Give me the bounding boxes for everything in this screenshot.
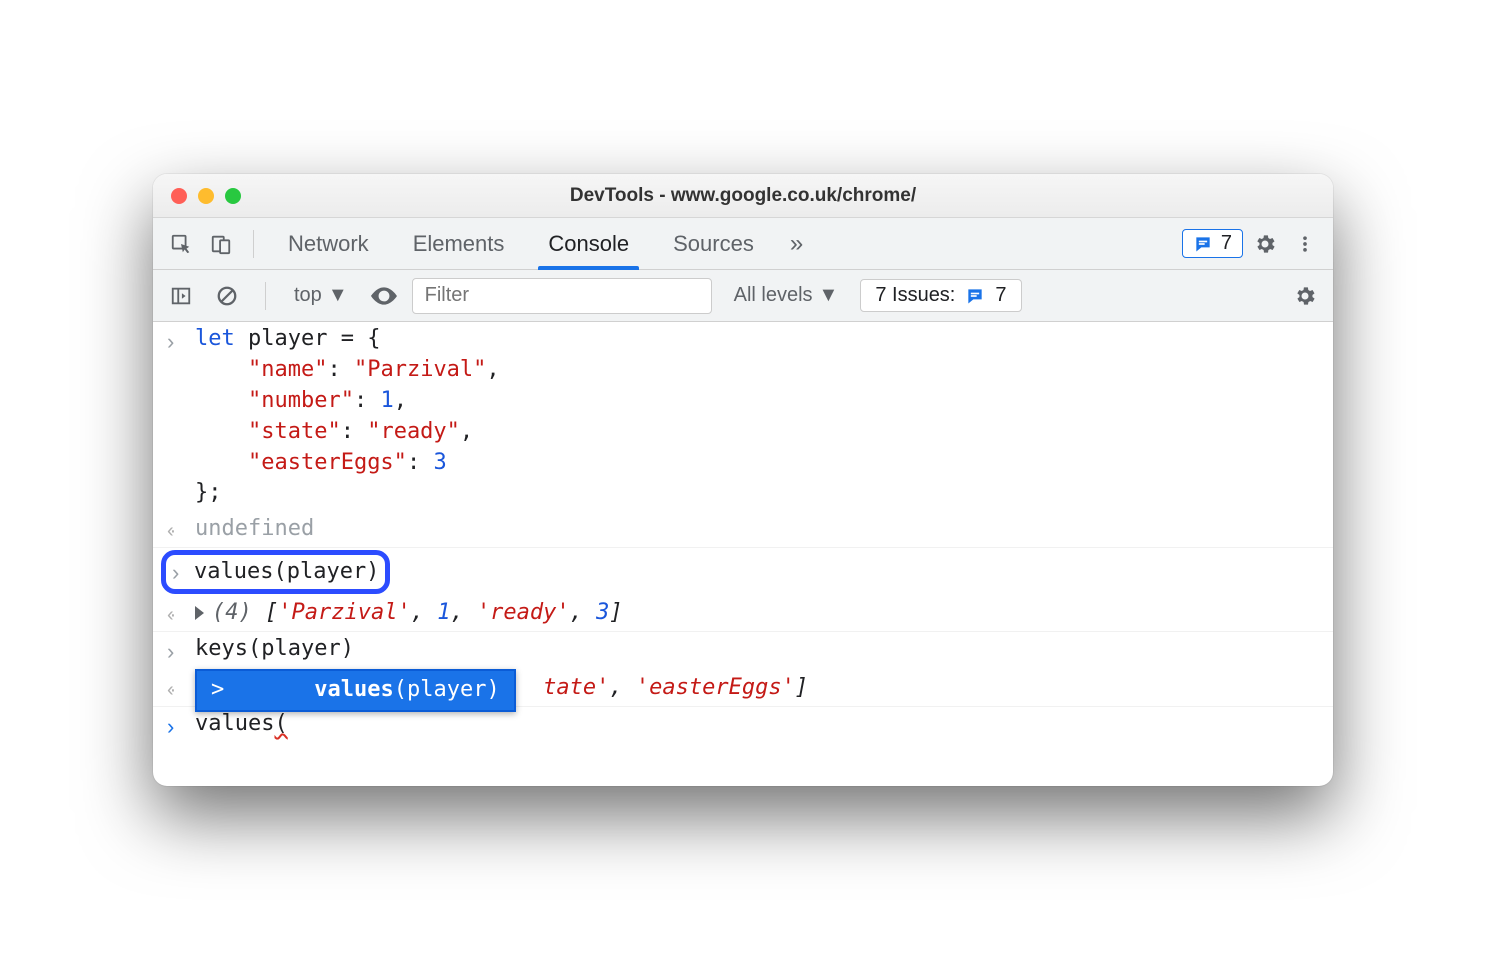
minimize-window-button[interactable] — [198, 188, 214, 204]
autocomplete-marker: > — [211, 675, 224, 706]
tab-network[interactable]: Network — [268, 218, 389, 269]
context-selector[interactable]: top ▼ — [286, 280, 356, 311]
devtools-window: DevTools - www.google.co.uk/chrome/ Netw… — [153, 174, 1333, 785]
message-icon — [965, 286, 985, 306]
chevron-down-icon: ▼ — [819, 284, 839, 307]
device-toggle-icon[interactable] — [203, 226, 239, 262]
eye-icon[interactable] — [366, 278, 402, 314]
code-line: keys(player) — [195, 634, 1319, 668]
console-output-row[interactable]: (4) ['name', 'number', 'state', 'easterE… — [153, 671, 1333, 707]
sidebar-toggle-icon[interactable] — [163, 278, 199, 314]
code-line: values(player) — [194, 557, 379, 588]
context-label: top — [294, 284, 322, 307]
autocomplete-match: values — [314, 677, 393, 702]
output-marker-icon — [167, 514, 195, 545]
window-title: DevTools - www.google.co.uk/chrome/ — [153, 185, 1333, 207]
prompt-marker-icon — [167, 709, 195, 743]
highlighted-history-row: values(player) — [153, 548, 1333, 596]
levels-label: All levels — [734, 284, 813, 307]
console-output: let player = { "name": "Parzival", "numb… — [153, 322, 1333, 785]
close-window-button[interactable] — [171, 188, 187, 204]
undefined-output: undefined — [195, 514, 1319, 545]
settings-gear-icon[interactable] — [1247, 226, 1283, 262]
divider — [253, 230, 254, 258]
input-marker-icon — [167, 324, 195, 509]
tab-elements[interactable]: Elements — [393, 218, 525, 269]
title-bar: DevTools - www.google.co.uk/chrome/ — [153, 174, 1333, 218]
output-marker-icon — [167, 598, 195, 629]
array-output: (4) ['Parzival', 1, 'ready', 3] — [195, 598, 1319, 629]
issues-count: 7 — [995, 284, 1006, 307]
autocomplete-popup[interactable]: > values(player) — [195, 669, 516, 712]
console-toolbar: top ▼ All levels ▼ 7 Issues: 7 — [153, 270, 1333, 322]
prompt-input[interactable]: values( — [195, 709, 1319, 743]
highlight-annotation: values(player) — [161, 550, 390, 594]
expand-triangle-icon[interactable] — [195, 606, 204, 620]
console-output-row: undefined — [153, 512, 1333, 548]
input-marker-icon — [167, 634, 195, 668]
inspect-icon[interactable] — [163, 226, 199, 262]
messages-count: 7 — [1221, 232, 1232, 255]
tabs-bar: Network Elements Console Sources » 7 — [153, 218, 1333, 270]
tab-sources[interactable]: Sources — [653, 218, 774, 269]
window-controls — [153, 188, 241, 204]
autocomplete-rest: (player) — [394, 677, 500, 702]
chevron-down-icon: ▼ — [328, 284, 348, 307]
issues-button[interactable]: 7 Issues: 7 — [860, 279, 1021, 312]
zoom-window-button[interactable] — [225, 188, 241, 204]
divider — [265, 282, 266, 310]
more-tabs-icon[interactable]: » — [778, 230, 815, 258]
kebab-menu-icon[interactable] — [1287, 226, 1323, 262]
log-levels-selector[interactable]: All levels ▼ — [722, 284, 851, 307]
clear-console-icon[interactable] — [209, 278, 245, 314]
code-block: let player = { "name": "Parzival", "numb… — [195, 324, 1319, 509]
console-prompt-row[interactable]: values( — [153, 707, 1333, 746]
issues-label: 7 Issues: — [875, 284, 955, 307]
messages-badge[interactable]: 7 — [1182, 229, 1243, 258]
filter-input[interactable] — [412, 278, 712, 314]
console-input-row: keys(player) — [153, 632, 1333, 671]
output-marker-icon — [167, 673, 195, 704]
console-input-row: let player = { "name": "Parzival", "numb… — [153, 322, 1333, 512]
tab-console[interactable]: Console — [528, 218, 649, 269]
input-marker-icon — [166, 555, 194, 589]
message-icon — [1193, 234, 1213, 254]
console-settings-gear-icon[interactable] — [1287, 278, 1323, 314]
console-output-row[interactable]: (4) ['Parzival', 1, 'ready', 3] — [153, 596, 1333, 632]
